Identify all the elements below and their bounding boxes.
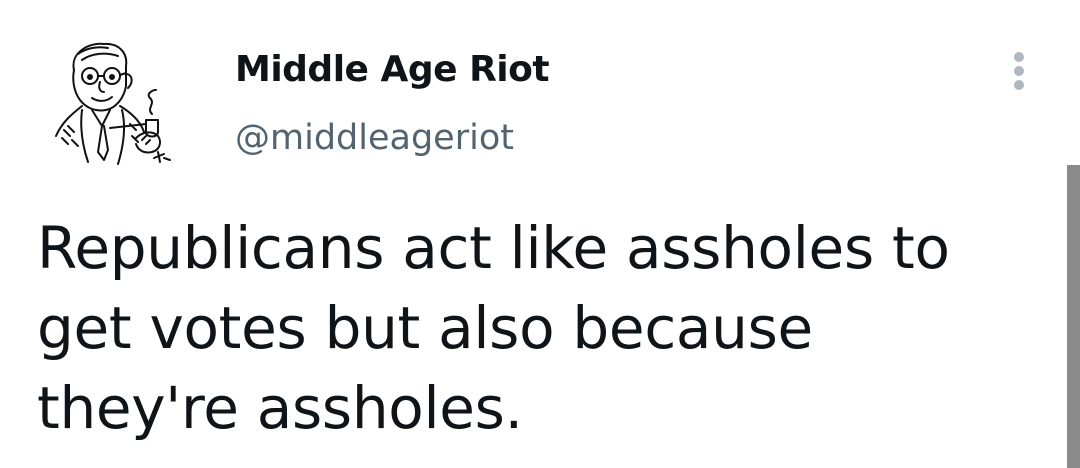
author-display-name[interactable]: Middle Age Riot — [235, 46, 550, 94]
more-vertical-icon-dot — [1014, 80, 1024, 90]
more-vertical-icon-dot — [1014, 66, 1024, 76]
tweet-text-line: they're assholes. — [37, 374, 523, 442]
man-with-pipe-icon — [55, 42, 171, 165]
tweet-text: Republicans act like assholes to get vot… — [37, 208, 1027, 448]
more-vertical-icon — [1014, 52, 1024, 62]
tweet-card: Middle Age Riot @middleageriot Republica… — [0, 0, 1080, 468]
tweet-text-line: Republicans act like assholes to — [37, 214, 950, 282]
author-handle[interactable]: @middleageriot — [235, 115, 514, 161]
scrollbar[interactable] — [1067, 165, 1080, 468]
avatar[interactable] — [52, 40, 182, 170]
tweet-text-line: get votes but also because — [37, 294, 813, 362]
more-options-button[interactable] — [1003, 46, 1037, 92]
